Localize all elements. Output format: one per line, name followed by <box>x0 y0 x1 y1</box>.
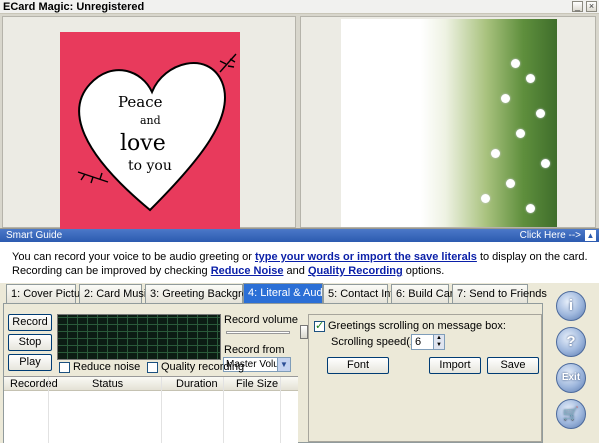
spinner-arrows-icon[interactable]: ▲ ▼ <box>433 335 444 349</box>
flower-blossom <box>526 74 535 83</box>
collapse-icon[interactable]: ▲ <box>585 230 596 241</box>
click-here-link[interactable]: Click Here --> <box>520 230 581 241</box>
flower-blossom <box>516 129 525 138</box>
smart-guide-bar: Smart Guide Click Here --> ▲ <box>0 229 599 242</box>
cover-text-peace: Peace <box>118 93 163 111</box>
tab-literal-audio[interactable]: 4: Literal & Audio <box>243 283 331 304</box>
record-from-label: Record from <box>224 344 285 356</box>
quality-recording-checkbox[interactable] <box>147 362 158 373</box>
card-preview-area: Peace and love to you <box>0 14 599 229</box>
recordings-table: Recorded Status Duration File Size <box>4 376 298 443</box>
quality-recording-link[interactable]: Quality Recording <box>308 265 403 277</box>
literal-audio-panel: Record Stop Play Record volume Record fr… <box>3 303 543 443</box>
flower-blossom <box>526 204 535 213</box>
close-button[interactable]: × <box>586 1 597 12</box>
flower-blossom <box>536 109 545 118</box>
flower-blossom <box>511 59 520 68</box>
minimize-button[interactable]: _ <box>572 1 583 12</box>
flower-blossom <box>541 159 550 168</box>
quality-recording-label: Quality recording <box>161 361 245 373</box>
volume-slider-thumb[interactable] <box>300 325 308 339</box>
flower-blossom <box>481 194 490 203</box>
greetings-scrolling-label: Greetings scrolling on message box: <box>328 320 506 332</box>
inside-page <box>341 19 557 227</box>
tab-greeting-background[interactable]: 3: Greeting Background <box>145 284 266 303</box>
reduce-noise-label: Reduce noise <box>73 361 141 373</box>
title-bar: ECard Magic: Unregistered _ × <box>0 0 599 14</box>
tab-send-to-friends[interactable]: 7: Send to Friends <box>452 284 547 303</box>
cover-text-and: and <box>140 114 161 127</box>
window-title: ECard Magic: Unregistered <box>3 1 145 13</box>
greetings-scrolling-checkbox[interactable] <box>314 319 325 332</box>
exit-button[interactable]: Exit <box>556 363 586 393</box>
cart-icon[interactable]: 🛒 <box>556 399 586 429</box>
cover-picture: Peace and love to you <box>60 32 240 229</box>
tab-contact-info[interactable]: 5: Contact Info. <box>323 284 403 303</box>
column-recorded[interactable]: Recorded <box>10 378 58 390</box>
column-divider <box>223 377 224 443</box>
cover-text-to-you: to you <box>128 158 172 174</box>
tab-card-music[interactable]: 2: Card Music <box>79 284 152 303</box>
inside-preview-pane <box>300 16 596 228</box>
save-button[interactable]: Save <box>487 357 539 374</box>
play-button[interactable]: Play <box>8 354 52 371</box>
smart-guide-label: Smart Guide <box>6 230 63 241</box>
reduce-noise-link[interactable]: Reduce Noise <box>211 265 284 277</box>
column-divider <box>161 377 162 443</box>
column-file-size[interactable]: File Size <box>236 378 278 390</box>
font-button[interactable]: Font <box>327 357 389 374</box>
record-volume-label: Record volume <box>224 314 298 326</box>
cover-text-love: love <box>120 131 166 156</box>
import-button[interactable]: Import <box>429 357 481 374</box>
flower-blossom <box>501 94 510 103</box>
guide-text: You can record your voice to be audio gr… <box>0 242 599 283</box>
cover-preview-pane: Peace and love to you <box>2 16 296 229</box>
stop-button[interactable]: Stop <box>8 334 52 351</box>
type-words-link[interactable]: type your words or import the save liter… <box>255 251 477 263</box>
help-button[interactable]: ? <box>556 327 586 357</box>
literal-settings-panel: Greetings scrolling on message box: Scro… <box>308 314 542 442</box>
chevron-down-icon[interactable]: ▼ <box>277 358 290 371</box>
column-divider <box>280 377 281 443</box>
column-divider <box>48 377 49 443</box>
heart-illustration: Peace and love to you <box>77 53 237 212</box>
column-duration[interactable]: Duration <box>176 378 218 390</box>
flower-blossom <box>506 179 515 188</box>
flower-blossom <box>491 149 500 158</box>
tab-cover-picture[interactable]: 1: Cover Picture <box>6 284 90 303</box>
column-status[interactable]: Status <box>92 378 123 390</box>
volume-slider-track[interactable] <box>226 331 290 334</box>
tab-build-card[interactable]: 6: Build Card <box>391 284 460 303</box>
info-button[interactable]: i <box>556 291 586 321</box>
reduce-noise-checkbox[interactable] <box>59 362 70 373</box>
record-button[interactable]: Record <box>8 314 52 331</box>
scrolling-speed-input[interactable]: 6 ▲ ▼ <box>411 334 445 350</box>
audio-visualizer <box>57 314 221 360</box>
